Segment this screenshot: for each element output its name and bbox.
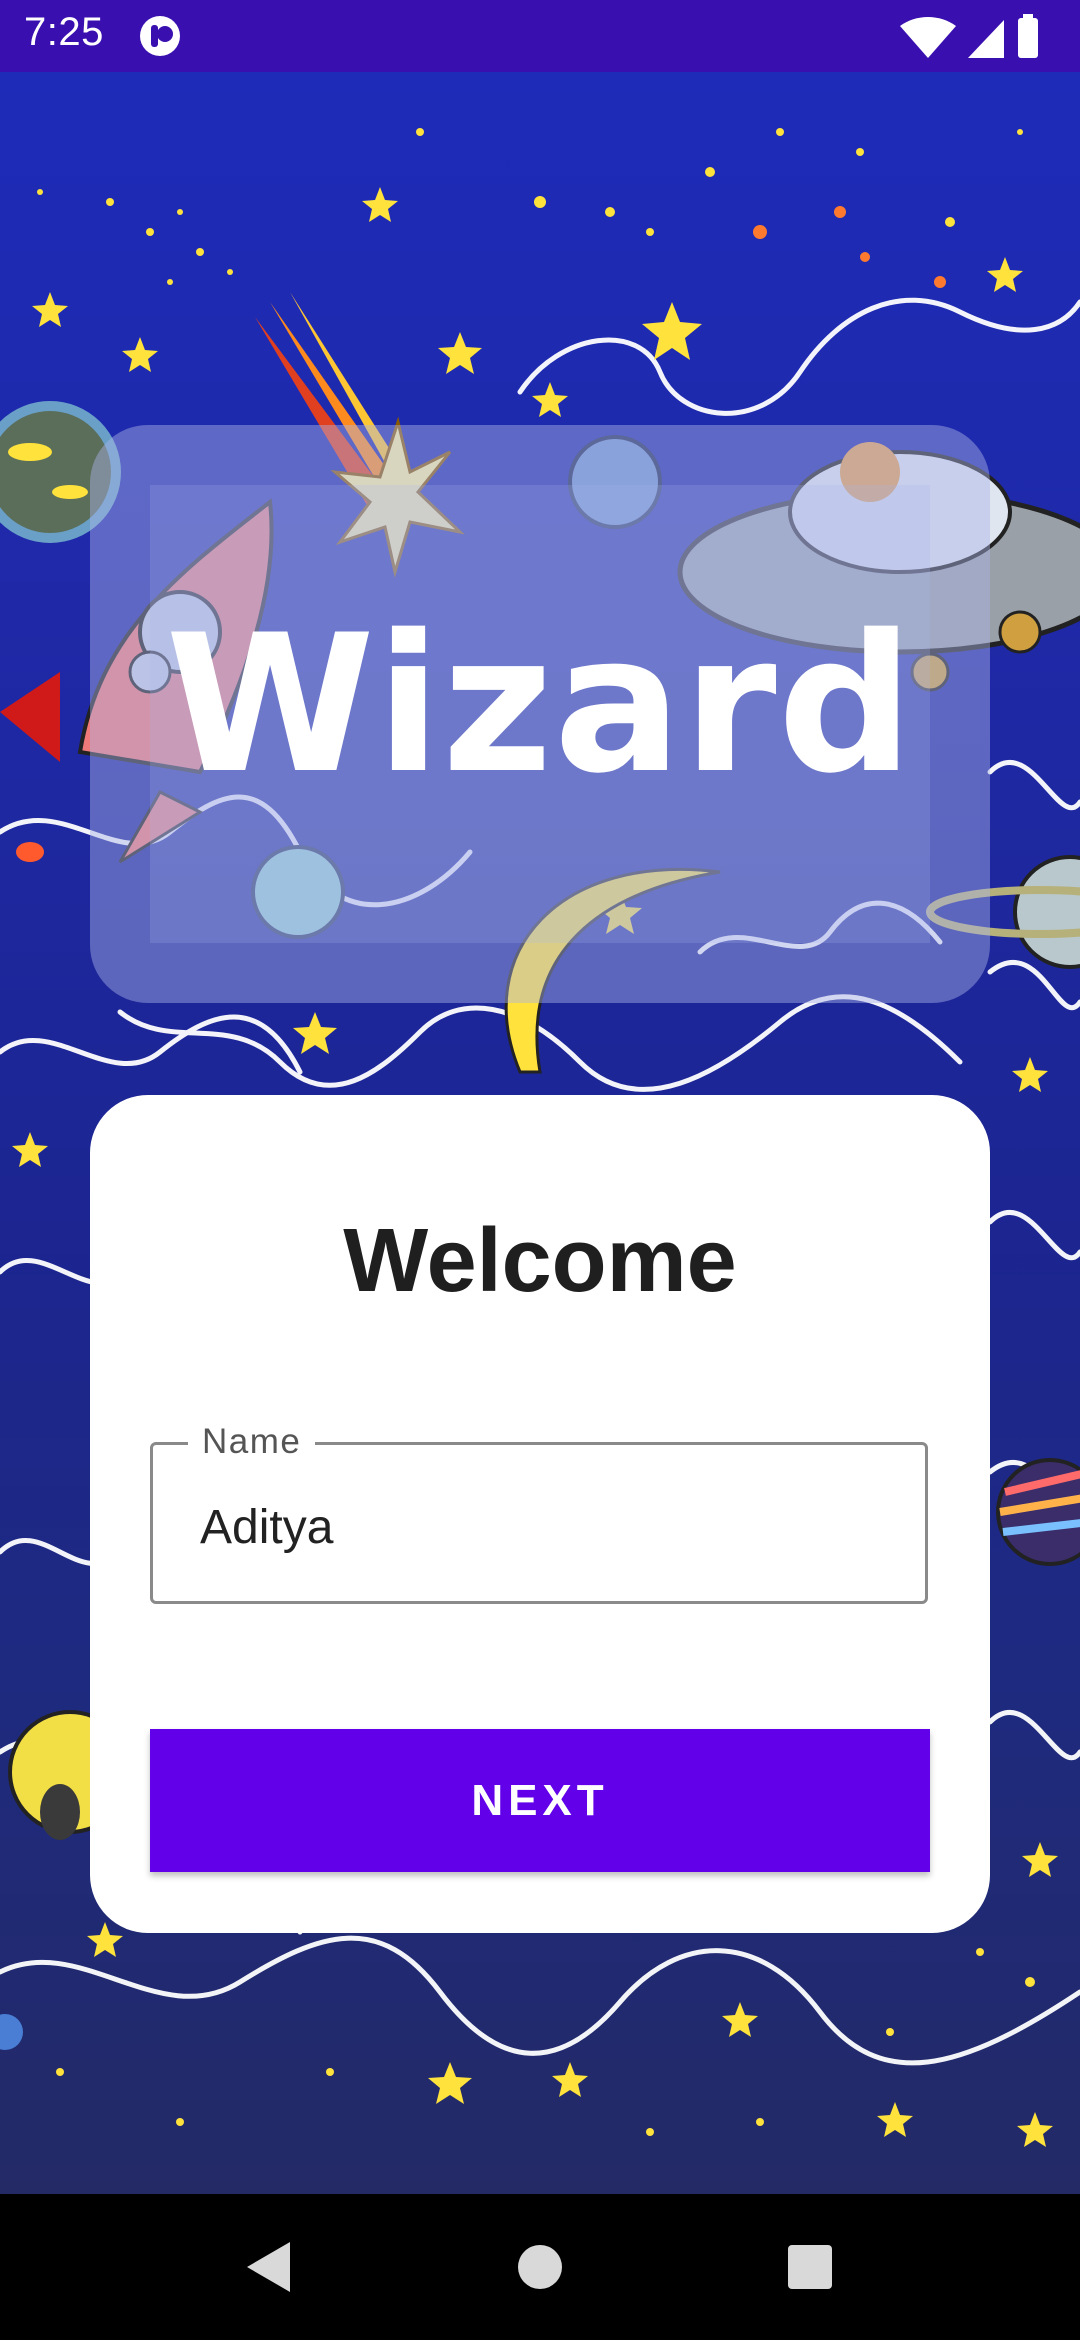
back-icon[interactable] [235,2232,305,2302]
name-field[interactable]: Name [150,1417,928,1604]
doodle-line [987,760,1080,811]
screen: 7:25 Wizard Welcome Name NEXT [0,0,1080,2340]
signal-icon [968,20,1004,58]
home-icon[interactable] [505,2232,575,2302]
app-title: Wizard [165,593,915,815]
next-button[interactable]: NEXT [150,1729,930,1872]
wifi-icon [900,17,956,58]
name-input[interactable] [200,1497,880,1557]
planet-small [0,2014,23,2050]
striped-planet [996,1458,1080,1566]
name-field-label: Name [188,1417,316,1467]
status-indicators [900,14,1038,58]
status-bar: 7:25 [0,0,1080,72]
title-panel: Wizard [90,425,990,1003]
doodle-line [987,1710,1080,1761]
doodle-line [0,1935,1080,2066]
status-time: 7:25 [24,10,104,54]
navigation-bar [0,2194,1080,2340]
doodle-line [987,1210,1080,1261]
welcome-card: Welcome Name NEXT [90,1095,990,1933]
card-title: Welcome [343,1211,737,1311]
app-notification-icon [140,16,180,56]
orange-dots [753,206,946,288]
doodle-line [987,960,1080,1011]
recents-icon[interactable] [775,2232,845,2302]
doodle-line [517,297,1080,416]
battery-icon [1018,18,1038,58]
